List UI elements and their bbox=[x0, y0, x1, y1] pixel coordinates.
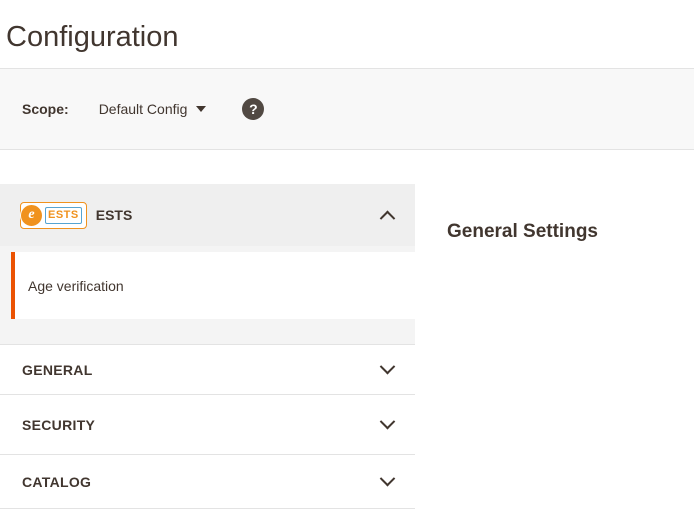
scope-label: Scope: bbox=[22, 101, 69, 117]
config-nav-sidebar: e ESTS ESTS Age verification GENERAL SEC… bbox=[0, 184, 415, 509]
chevron-down-icon bbox=[380, 359, 396, 375]
scope-switcher-dropdown[interactable]: Default Config bbox=[99, 101, 207, 117]
nav-section-ests[interactable]: e ESTS ESTS bbox=[0, 184, 415, 246]
chevron-down-icon bbox=[380, 414, 396, 430]
nav-section-catalog[interactable]: CATALOG bbox=[0, 454, 415, 509]
nav-section-catalog-label: CATALOG bbox=[22, 474, 91, 490]
nav-section-general[interactable]: GENERAL bbox=[0, 344, 415, 394]
nav-item-age-verification-label: Age verification bbox=[28, 278, 124, 294]
chevron-down-icon bbox=[380, 471, 396, 487]
scope-selected-value: Default Config bbox=[99, 101, 188, 117]
caret-down-icon bbox=[196, 106, 206, 112]
nav-item-age-verification[interactable]: Age verification bbox=[11, 252, 415, 319]
ests-logo-icon: e ESTS bbox=[20, 202, 87, 229]
chevron-up-icon bbox=[380, 210, 396, 226]
ests-logo-badge: ESTS bbox=[45, 207, 82, 224]
question-mark-glyph: ? bbox=[249, 101, 258, 117]
help-icon[interactable]: ? bbox=[242, 98, 264, 120]
page-title: Configuration bbox=[6, 16, 179, 58]
nav-submenu-ests: Age verification bbox=[0, 246, 415, 344]
nav-section-ests-label: ESTS bbox=[96, 207, 133, 223]
nav-section-security[interactable]: SECURITY bbox=[0, 394, 415, 454]
configuration-page: Configuration Scope: Default Config ? e … bbox=[0, 0, 694, 514]
ests-logo-circle: e bbox=[20, 204, 43, 227]
content-heading: General Settings bbox=[447, 221, 598, 243]
scope-bar: Scope: Default Config ? bbox=[0, 68, 694, 150]
nav-section-security-label: SECURITY bbox=[22, 417, 95, 433]
nav-section-general-label: GENERAL bbox=[22, 362, 93, 378]
